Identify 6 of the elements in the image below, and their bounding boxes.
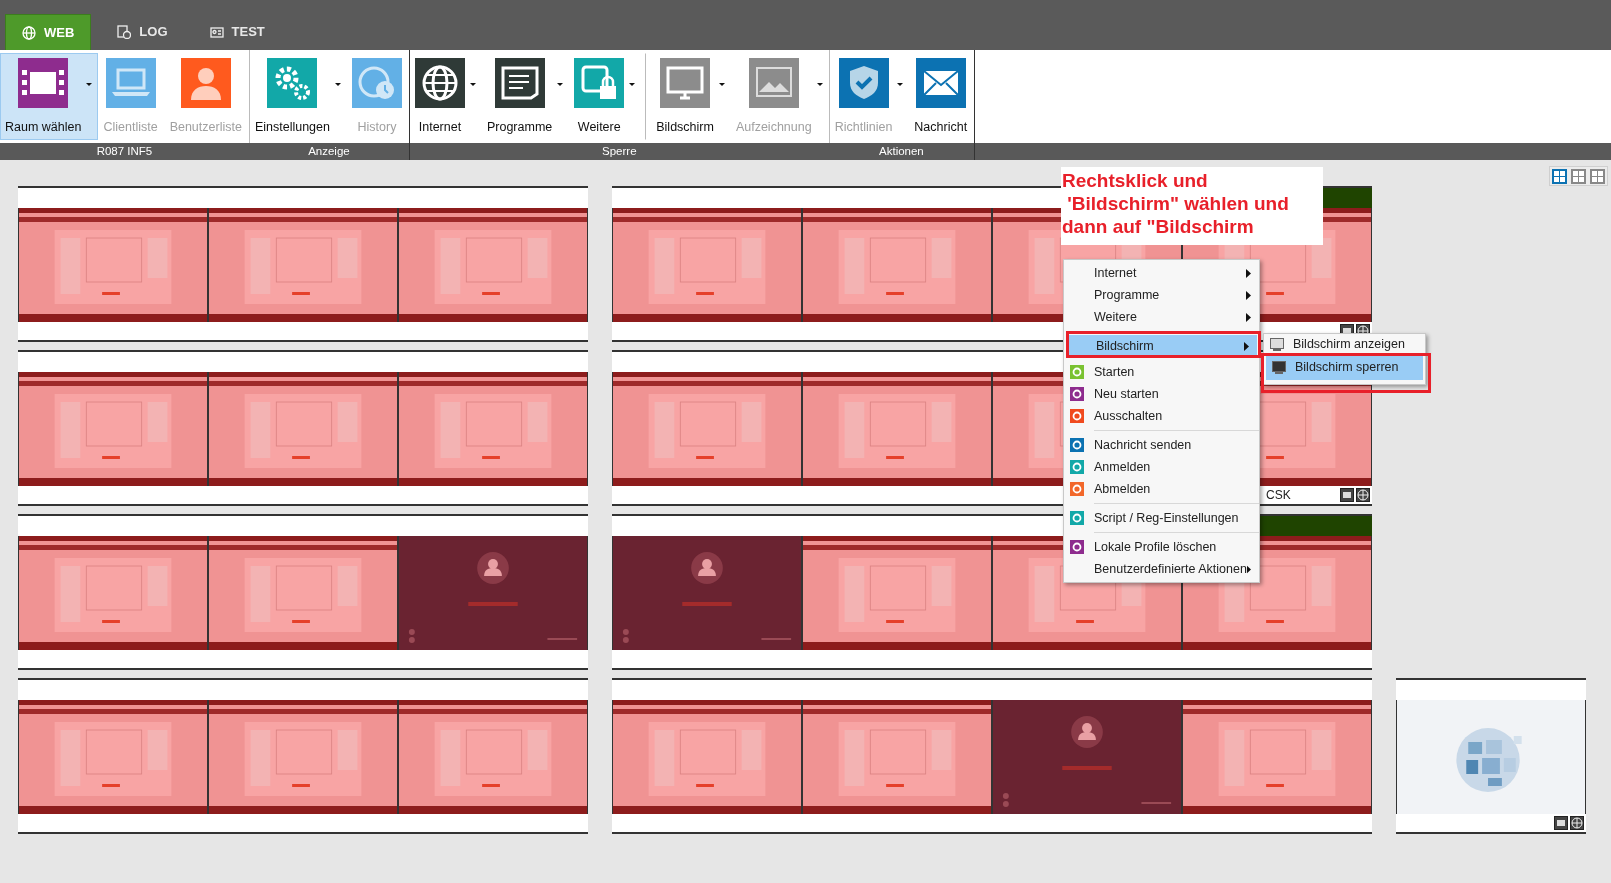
group-caption: Aktionen	[828, 143, 975, 160]
group-caption: Anzeige	[248, 143, 409, 160]
client-name: CSK	[1266, 487, 1291, 504]
group-caption: R087 INF5	[0, 143, 249, 160]
annotation-text: Rechtsklick und 'Bildschirm" wählen und dann auf "Bildschirm	[1061, 167, 1323, 245]
group-caption: Sperre	[409, 143, 829, 160]
